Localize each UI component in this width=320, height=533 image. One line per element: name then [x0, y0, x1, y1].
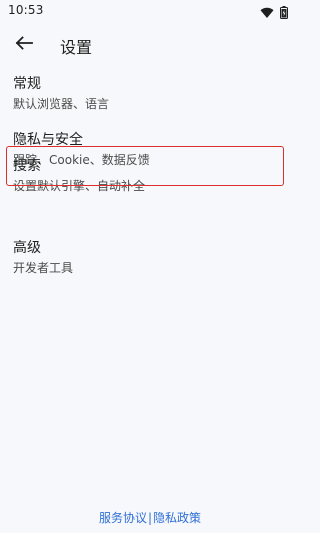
settings-item-general[interactable]: 常规 默认浏览器、语言 — [0, 66, 300, 122]
wifi-icon — [260, 4, 274, 23]
app-bar: 设置 — [0, 26, 300, 62]
status-bar: 10:53 — [0, 0, 300, 22]
back-button[interactable] — [12, 32, 36, 56]
settings-item-subtitle: 设置默认引擎、自动补全 — [13, 179, 146, 193]
settings-item-title: 隐私与安全 — [13, 132, 83, 148]
settings-item-advanced[interactable]: 高级 开发者工具 — [0, 230, 300, 286]
arrow-left-icon — [15, 35, 33, 54]
terms-link[interactable]: 服务协议 — [99, 511, 147, 525]
settings-item-title: 常规 — [13, 76, 41, 92]
settings-item-title: 高级 — [13, 240, 41, 256]
footer: 服务协议|隐私政策 — [0, 509, 300, 526]
settings-item-subtitle: 默认浏览器、语言 — [13, 97, 110, 111]
page-title: 设置 — [60, 38, 93, 57]
status-icons — [260, 4, 288, 23]
settings-item-subtitle: 开发者工具 — [13, 261, 74, 275]
privacy-policy-link[interactable]: 隐私政策 — [153, 511, 201, 525]
battery-icon — [280, 4, 288, 23]
status-time: 10:53 — [8, 3, 44, 17]
settings-item-search[interactable]: 搜索 设置默认引擎、自动补全 — [0, 148, 300, 204]
settings-item-title: 搜索 — [13, 158, 41, 174]
